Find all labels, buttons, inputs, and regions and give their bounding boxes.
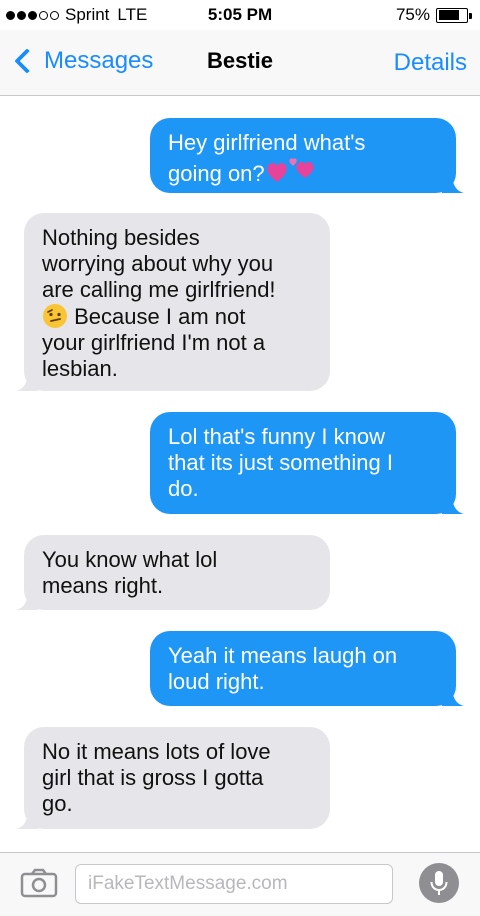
- message-line: Lol that's funny I know: [168, 424, 385, 449]
- message-input[interactable]: [75, 864, 393, 904]
- bubble-tail: [16, 807, 38, 829]
- bubble-tail: [442, 492, 464, 514]
- microphone-icon: [430, 871, 448, 895]
- message-line: worrying about why you: [42, 251, 274, 276]
- status-bar: Sprint LTE 5:05 PM 75%: [0, 0, 480, 30]
- message-line: means right.: [42, 573, 164, 598]
- message-line: You know what lol: [42, 547, 218, 572]
- confused-face-icon: [43, 304, 67, 328]
- message-line: Nothing besides: [42, 225, 200, 250]
- microphone-button[interactable]: [419, 863, 459, 903]
- message-line: go.: [42, 791, 73, 816]
- camera-icon[interactable]: [20, 868, 58, 898]
- two-hearts-icon: [267, 158, 314, 182]
- message-line: Hey girlfriend what's: [168, 130, 366, 155]
- message-bubble-received[interactable]: Nothing besides worrying about why you a…: [16, 213, 330, 391]
- battery-tip: [469, 12, 472, 19]
- message-line: Yeah it means laugh on: [168, 643, 398, 668]
- conversation: Hey girlfriend what's going on? Nothing …: [0, 97, 480, 852]
- message-line: going on?: [168, 156, 438, 187]
- message-bubble-sent[interactable]: Hey girlfriend what's going on?: [150, 118, 464, 193]
- bubble-tail: [442, 171, 464, 193]
- message-line: are calling me girlfriend!: [42, 277, 276, 302]
- message-line: that its just something I: [168, 450, 393, 475]
- battery-icon: [436, 7, 472, 23]
- message-bubble-received[interactable]: No it means lots of love girl that is gr…: [16, 727, 330, 829]
- message-line: loud right.: [168, 669, 265, 694]
- message-line: do.: [168, 476, 199, 501]
- message-line-text: Because I am not: [74, 304, 246, 329]
- battery-percent: 75%: [395, 5, 430, 24]
- message-bubble-sent[interactable]: Yeah it means laugh on loud right.: [150, 631, 464, 706]
- message-line: girl that is gross I gotta: [42, 765, 264, 790]
- message-line-text: going on?: [168, 161, 265, 186]
- bubble-tail: [16, 588, 38, 610]
- bubble-tail: [442, 684, 464, 706]
- message-line: lesbian.: [42, 356, 118, 381]
- message-line: No it means lots of love: [42, 739, 271, 764]
- message-bubble-sent[interactable]: Lol that's funny I know that its just so…: [150, 412, 464, 514]
- status-right: 75%: [395, 5, 472, 25]
- details-button[interactable]: Details: [394, 49, 467, 77]
- compose-bar: [0, 852, 480, 916]
- bubble-tail: [16, 369, 38, 391]
- nav-bar: Messages Bestie Details: [0, 30, 480, 96]
- battery-fill: [438, 10, 459, 20]
- message-line: your girlfriend I'm not a: [42, 330, 266, 355]
- message-bubble-received[interactable]: You know what lol means right.: [16, 535, 330, 610]
- message-line: Because I am not: [42, 303, 312, 330]
